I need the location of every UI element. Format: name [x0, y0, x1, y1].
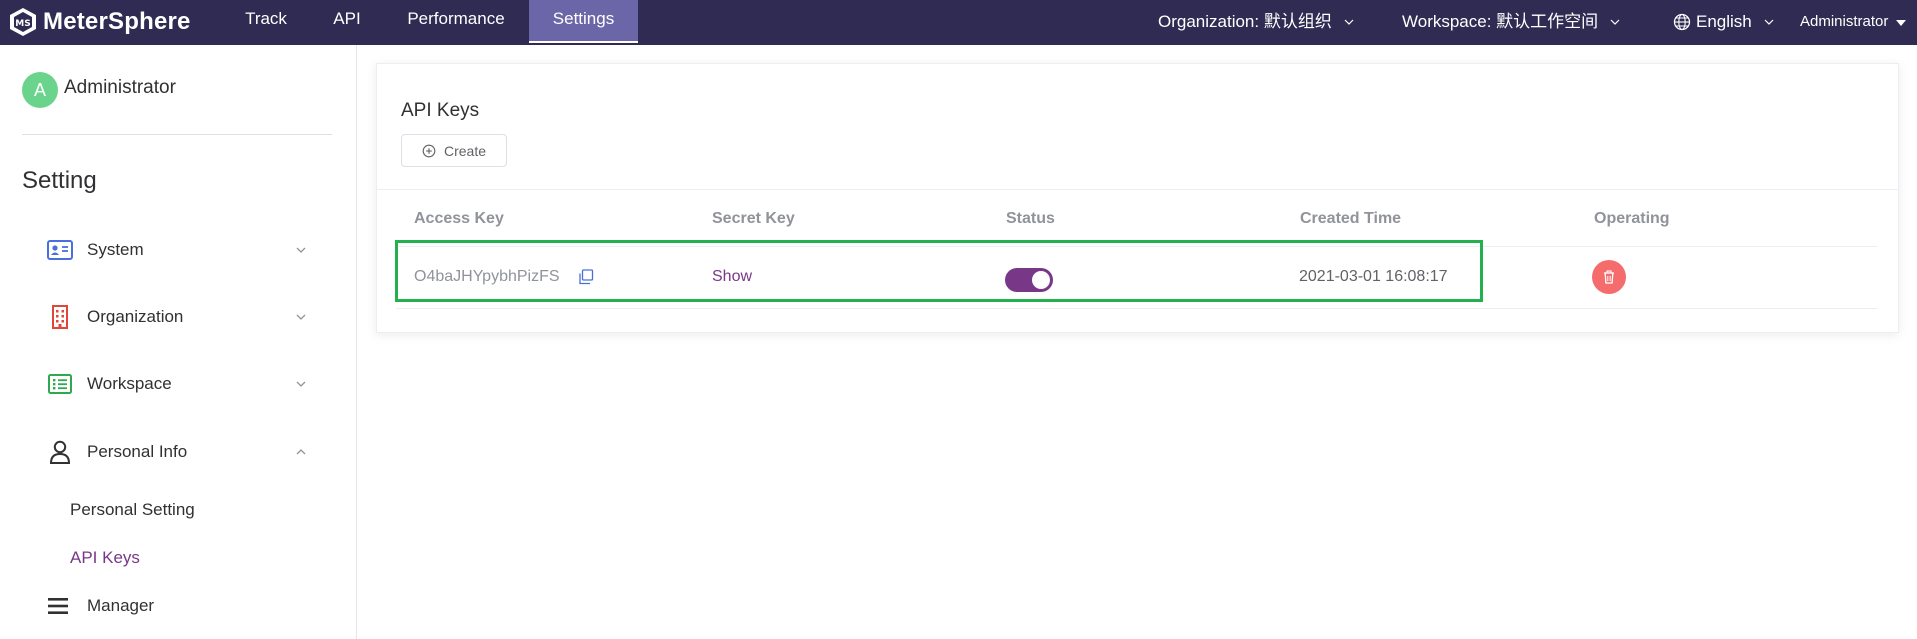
sidebar-item-label: Organization — [87, 307, 184, 326]
highlight-box — [395, 240, 1483, 302]
sidebar-item-label: Manager — [87, 596, 155, 615]
globe-icon — [1673, 13, 1691, 30]
tab-performance[interactable]: Performance — [396, 0, 516, 43]
tab-label: API — [333, 9, 361, 28]
building-icon — [46, 303, 74, 331]
chevron-down-icon — [296, 314, 306, 320]
api-keys-card: API Keys Create Access Key Secret Key St… — [376, 63, 1899, 333]
page-title: API Keys — [401, 100, 480, 121]
chevron-down-icon — [1764, 19, 1774, 25]
tab-api[interactable]: API — [318, 0, 376, 43]
table-row-divider — [396, 308, 1877, 309]
sidebar-subitem-api-keys[interactable]: API Keys — [70, 548, 140, 568]
menu-icon — [44, 592, 72, 620]
caret-down-icon — [1896, 19, 1907, 26]
chevron-down-icon — [1610, 19, 1620, 25]
chevron-down-icon — [296, 381, 306, 387]
organization-label: Organization: 默认组织 — [1158, 12, 1332, 31]
sidebar-item-organization[interactable]: Organization — [0, 292, 356, 342]
divider — [22, 134, 332, 135]
avatar: A — [22, 72, 58, 108]
column-header-created-time: Created Time — [1300, 210, 1402, 227]
app-logo[interactable]: MS MeterSphere — [8, 6, 191, 38]
list-icon — [46, 370, 74, 398]
chevron-up-icon — [296, 449, 306, 455]
create-button-label: Create — [443, 142, 487, 159]
sidebar-user-name: Administrator — [64, 77, 176, 98]
create-button[interactable]: Create — [401, 134, 507, 167]
workspace-dropdown[interactable]: Workspace: 默认工作空间 — [1402, 0, 1620, 43]
sidebar-item-label: System — [87, 240, 144, 259]
sidebar: A Administrator Setting System Organizat… — [0, 45, 357, 639]
chevron-down-icon — [296, 247, 306, 253]
sidebar-item-system[interactable]: System — [0, 225, 356, 275]
workspace-label: Workspace: 默认工作空间 — [1402, 12, 1599, 31]
tab-label: Performance — [407, 9, 505, 28]
divider — [377, 189, 1898, 190]
trash-icon — [1604, 270, 1614, 284]
app-name: MeterSphere — [43, 8, 191, 35]
tab-label: Settings — [552, 9, 615, 28]
user-icon — [46, 438, 74, 466]
sidebar-item-manager[interactable]: Manager — [0, 581, 356, 631]
user-dropdown[interactable]: Administrator — [1800, 0, 1907, 43]
column-header-status: Status — [1006, 210, 1055, 227]
tab-settings[interactable]: Settings — [529, 0, 638, 43]
top-navbar: MS MeterSphere Track API Performance Set… — [0, 0, 1917, 45]
sidebar-item-label: Personal Info — [87, 442, 188, 461]
language-dropdown[interactable]: English — [1673, 0, 1774, 43]
metersphere-logo-icon: MS — [10, 8, 36, 36]
delete-button[interactable] — [1592, 260, 1626, 294]
tab-label: Track — [245, 9, 287, 28]
plus-circle-icon — [422, 144, 436, 157]
language-label: English — [1696, 12, 1752, 31]
organization-dropdown[interactable]: Organization: 默认组织 — [1158, 0, 1354, 43]
tab-track[interactable]: Track — [232, 0, 300, 43]
svg-text:MS: MS — [15, 19, 30, 29]
column-header-operating: Operating — [1594, 210, 1670, 227]
sidebar-subitem-personal-setting[interactable]: Personal Setting — [70, 500, 195, 520]
sidebar-item-personal-info[interactable]: Personal Info — [0, 427, 356, 477]
column-header-access-key: Access Key — [414, 210, 504, 227]
sidebar-item-workspace[interactable]: Workspace — [0, 359, 356, 409]
column-header-secret-key: Secret Key — [712, 210, 795, 227]
chevron-down-icon — [1344, 19, 1354, 25]
user-label: Administrator — [1800, 13, 1889, 30]
sidebar-title: Setting — [22, 167, 97, 194]
id-card-icon — [46, 236, 74, 264]
sidebar-item-label: Workspace — [87, 374, 172, 393]
